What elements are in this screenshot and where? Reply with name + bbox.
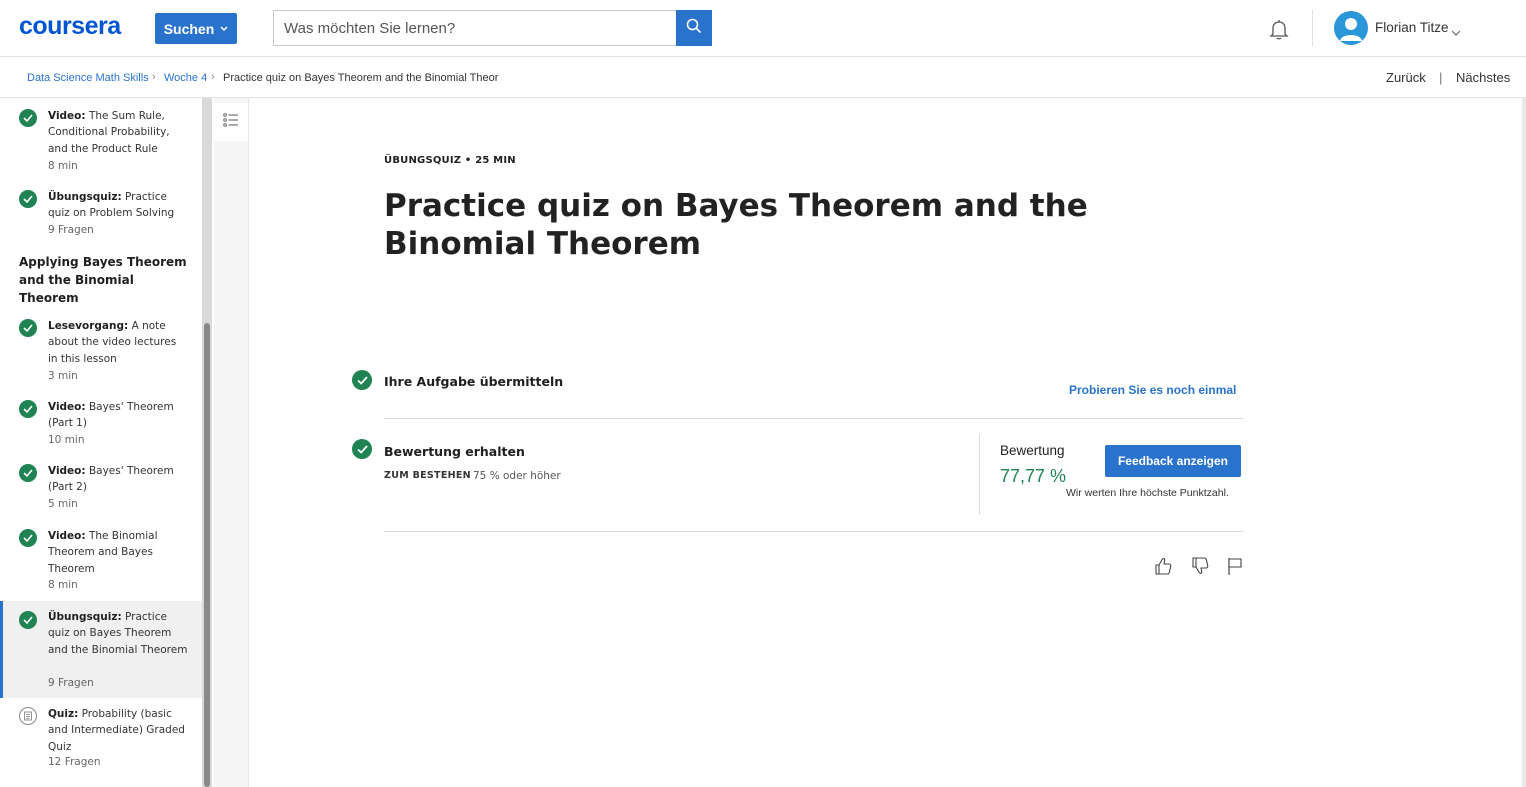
thumbs-up-icon[interactable] bbox=[1153, 556, 1173, 576]
sidebar-item-meta: 9 Fragen bbox=[48, 224, 94, 236]
sidebar-item-title: Lesevorgang: A note about the video lect… bbox=[48, 320, 177, 365]
completed-check-icon bbox=[19, 109, 37, 127]
sidebar-item-title: Übungsquiz: Practice quiz on Bayes Theor… bbox=[48, 611, 188, 656]
view-feedback-button[interactable]: Feedback anzeigen bbox=[1105, 445, 1241, 477]
sidebar-item[interactable]: Lesevorgang: A note about the video lect… bbox=[0, 318, 202, 383]
completed-check-icon bbox=[352, 439, 372, 459]
sidebar-item-meta: 3 min bbox=[48, 370, 78, 382]
notification-bell-icon[interactable] bbox=[1267, 17, 1291, 41]
completed-check-icon bbox=[19, 400, 37, 418]
retry-link[interactable]: Probieren Sie es noch einmal bbox=[1069, 383, 1236, 397]
sidebar-item[interactable]: Video: Bayes' Theorem (Part 1) 10 min bbox=[0, 399, 202, 449]
sidebar-scrollbar-thumb[interactable] bbox=[204, 323, 210, 787]
user-name[interactable]: Florian Titze bbox=[1375, 20, 1449, 35]
sidebar-item[interactable]: Übungsquiz: Practice quiz on Problem Sol… bbox=[0, 189, 202, 239]
breadcrumb: Data Science Math Skills › Woche 4 › Pra… bbox=[0, 57, 1526, 98]
sidebar-item-title: Übungsquiz: Practice quiz on Problem Sol… bbox=[48, 191, 175, 220]
pass-requirement-label: ZUM BESTEHEN bbox=[384, 470, 471, 481]
sidebar-item-meta: 12 Fragen bbox=[48, 756, 101, 768]
search-icon bbox=[686, 18, 702, 38]
sidebar-item-meta: 8 min bbox=[48, 160, 78, 172]
completed-check-icon bbox=[19, 190, 37, 208]
divider bbox=[384, 531, 1244, 532]
breadcrumb-week[interactable]: Woche 4 bbox=[164, 72, 207, 84]
sidebar-item-active[interactable]: Übungsquiz: Practice quiz on Bayes Theor… bbox=[0, 601, 202, 698]
sidebar-item[interactable]: Video: The Binomial Theorem and Bayes Th… bbox=[0, 528, 202, 593]
grade-note: Wir werten Ihre höchste Punktzahl. bbox=[1066, 487, 1229, 499]
page-scrollbar[interactable] bbox=[1522, 98, 1526, 787]
chevron-right-icon: › bbox=[152, 71, 156, 83]
sidebar-item-meta: 8 min bbox=[48, 579, 78, 591]
item-kicker: ÜBUNGSQUIZ • 25 MIN bbox=[384, 155, 516, 166]
divider bbox=[384, 418, 1244, 419]
thumbs-down-icon[interactable] bbox=[1190, 556, 1210, 576]
sidebar-item-title: Video: Bayes' Theorem (Part 1) bbox=[48, 401, 174, 430]
grade-label: Bewertung bbox=[1000, 443, 1065, 458]
page-title: Practice quiz on Bayes Theorem and the B… bbox=[384, 188, 1088, 262]
breadcrumb-course[interactable]: Data Science Math Skills bbox=[27, 72, 149, 84]
completed-check-icon bbox=[19, 464, 37, 482]
course-sidebar: Video: The Sum Rule, Conditional Probabi… bbox=[0, 98, 202, 787]
pass-requirement-value: 75 % oder höher bbox=[473, 470, 561, 482]
sidebar-item[interactable]: Video: The Sum Rule, Conditional Probabi… bbox=[0, 108, 202, 178]
chevron-down-icon[interactable] bbox=[1451, 22, 1461, 41]
submit-step-label: Ihre Aufgabe übermitteln bbox=[384, 374, 564, 389]
browse-button-label: Suchen bbox=[163, 20, 215, 37]
sidebar-item-title: Quiz: Probability (basic and Intermediat… bbox=[48, 708, 185, 753]
completed-check-icon bbox=[19, 529, 37, 547]
coursera-logo[interactable]: coursera bbox=[19, 12, 121, 41]
sidebar-item-title: Video: The Sum Rule, Conditional Probabi… bbox=[48, 110, 170, 155]
nav-separator: | bbox=[1439, 70, 1443, 85]
list-icon bbox=[223, 112, 239, 132]
chevron-down-icon bbox=[220, 24, 228, 34]
quiz-icon bbox=[19, 707, 37, 725]
completed-check-icon bbox=[19, 319, 37, 337]
previous-link[interactable]: Zurück bbox=[1386, 70, 1426, 85]
divider bbox=[979, 434, 980, 515]
completed-check-icon bbox=[19, 611, 37, 629]
next-link[interactable]: Nächstes bbox=[1456, 70, 1510, 85]
sidebar-item-meta: 10 min bbox=[48, 434, 85, 446]
sidebar-item-title: Video: Bayes' Theorem (Part 2) bbox=[48, 465, 174, 494]
outline-toggle-button[interactable] bbox=[214, 103, 248, 141]
browse-button[interactable]: Suchen bbox=[155, 13, 237, 44]
avatar[interactable] bbox=[1334, 11, 1368, 45]
breadcrumb-current: Practice quiz on Bayes Theorem and the B… bbox=[223, 72, 499, 84]
search-input[interactable]: Was möchten Sie lernen? bbox=[273, 10, 676, 46]
sidebar-item-meta: 9 Fragen bbox=[48, 677, 94, 689]
header-divider bbox=[1312, 10, 1313, 46]
grade-step-label: Bewertung erhalten bbox=[384, 444, 525, 459]
flag-icon[interactable] bbox=[1226, 556, 1246, 576]
sidebar-item-title: Video: The Binomial Theorem and Bayes Th… bbox=[48, 530, 158, 575]
chevron-right-icon: › bbox=[211, 71, 215, 83]
sidebar-item[interactable]: Video: Bayes' Theorem (Part 2) 5 min bbox=[0, 463, 202, 513]
sidebar-item-meta: 5 min bbox=[48, 498, 78, 510]
search-submit-button[interactable] bbox=[676, 10, 712, 46]
section-title: Applying Bayes Theorem and the Binomial … bbox=[19, 255, 187, 305]
top-navigation: coursera Suchen Was möchten Sie lernen? … bbox=[0, 0, 1526, 57]
sidebar-item[interactable]: Quiz: Probability (basic and Intermediat… bbox=[0, 706, 202, 771]
completed-check-icon bbox=[352, 370, 372, 390]
grade-value: 77,77 % bbox=[1000, 466, 1067, 486]
sidebar-toggle-strip bbox=[214, 98, 249, 787]
